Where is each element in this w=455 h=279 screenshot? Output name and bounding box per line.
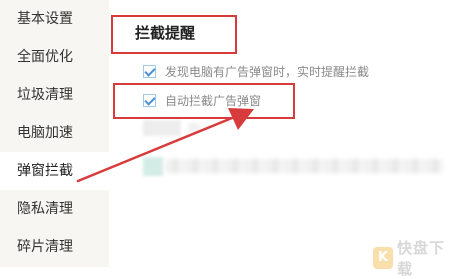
annotation-arrow-icon: [76, 108, 254, 183]
watermark-text: 快盘下载: [396, 239, 445, 278]
watermark: K 快盘下载: [373, 237, 455, 279]
watermark-logo-icon: K: [373, 247, 393, 269]
